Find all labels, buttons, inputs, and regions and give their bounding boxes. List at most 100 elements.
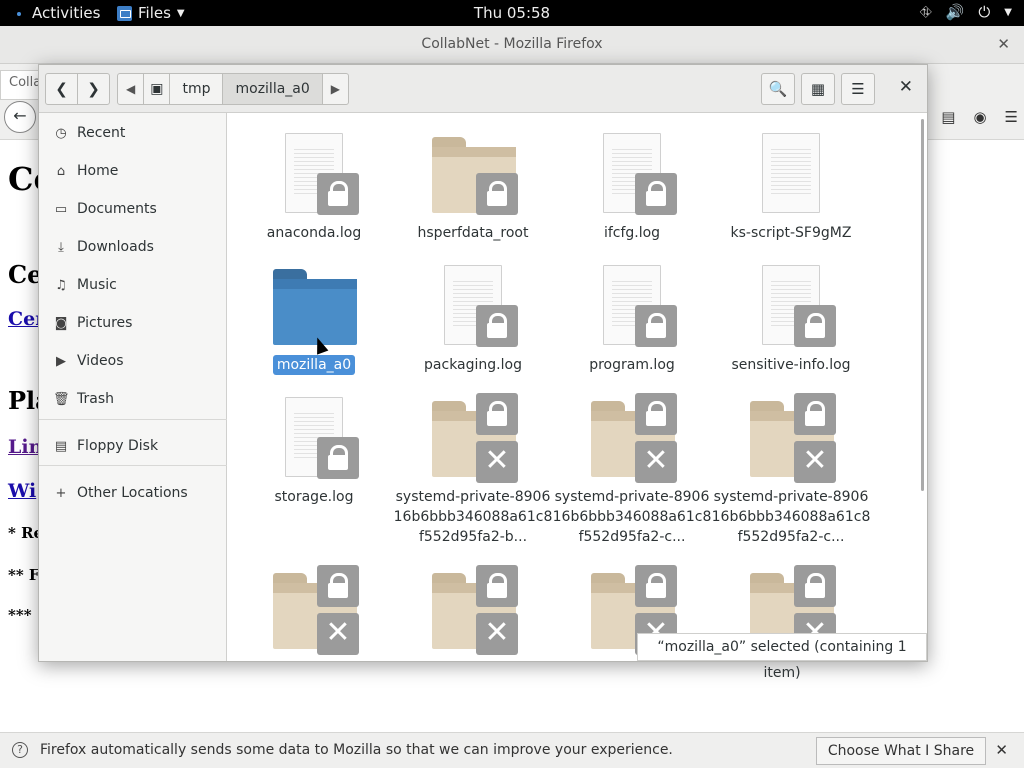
account-icon[interactable]: ◉ [973,108,986,126]
lock-icon [794,565,836,607]
scrollbar[interactable] [921,119,924,491]
lock-icon [317,173,359,215]
folder-icon: ✕ [428,393,518,483]
chevron-down-icon: ▼ [1004,6,1012,18]
view-options-button[interactable]: ▦ [801,73,835,105]
clock-icon: ◷ [55,125,67,141]
lock-icon [635,565,677,607]
folder-item[interactable]: ✕ systemd-private-890616b6bbb346088a61c8… [711,393,871,547]
close-icon[interactable]: ✕ [997,35,1010,53]
x-icon: ✕ [476,613,518,655]
folder-icon: ✕ [269,565,359,655]
file-name: program.log [589,357,675,373]
close-icon[interactable]: ✕ [899,77,913,97]
sidebar-item-pictures[interactable]: ◙ Pictures [39,307,227,339]
sidebar-item-label: Downloads [77,239,154,255]
file-icon [269,393,359,483]
file-icon [746,129,836,219]
network-icon: ⛗ [919,3,932,21]
folder-item[interactable]: ✕ [234,565,394,655]
sidebar-item-label: Pictures [77,315,133,331]
browser-tab[interactable]: Colla [0,70,40,100]
lock-icon [476,173,518,215]
sidebar-item-recent[interactable]: ◷ Recent [39,117,227,149]
choose-what-i-share-button[interactable]: Choose What I Share [816,737,986,765]
plus-icon: + [55,485,67,501]
top-bar: Activities Files ▼ Thu 05:58 ⛗ 🔊 ⏻ ▼ [0,0,1024,26]
file-name: storage.log [274,489,354,505]
folder-icon [428,129,518,219]
back-button[interactable]: ❮ [45,73,78,105]
file-name: anaconda.log [266,225,362,241]
lock-icon [635,305,677,347]
page-text: ** F [8,566,40,584]
folder-item[interactable]: ✕ systemd-private-890616b6bbb346088a61c8… [552,393,712,547]
forward-button[interactable]: ❯ [77,73,110,105]
lock-icon [635,393,677,435]
sidebar-item-videos[interactable]: ▶ Videos [39,345,227,377]
x-icon: ✕ [476,441,518,483]
file-chooser-dialog: ❮ ❯ ◀ ▣ tmp mozilla_a0 ▶ 🔍 ▦ ☰ ✕ ◷ Recent… [38,64,928,681]
file-icon [428,261,518,351]
notification-message: Firefox automatically sends some data to… [40,742,673,758]
menu-button[interactable]: ☰ [841,73,875,105]
file-name: systemd-private-890616b6bbb346088a61c8f5… [711,489,871,545]
sidebar-item-floppy-disk[interactable]: ▤ Floppy Disk [39,430,227,462]
disk-icon: ▤ [54,438,68,454]
power-icon: ⏻ [978,3,991,21]
places-sidebar: ◷ Recent ⌂ Home ▭ Documents ⤓ Downloads ♫ Mus… [39,113,227,661]
search-button[interactable]: 🔍 [761,73,795,105]
back-arrow-icon[interactable]: ← [4,101,36,133]
file-item[interactable]: storage.log [234,393,394,507]
document-icon: ▭ [54,201,68,217]
breadcrumb-scroll-right[interactable]: ▶ [323,74,348,104]
file-name: ks-script-SF9gMZ [730,225,852,241]
file-item[interactable]: packaging.log [393,261,553,375]
download-icon: ⤓ [58,239,64,255]
file-item[interactable]: sensitive-info.log [711,261,871,375]
sidebar-item-home[interactable]: ⌂ Home [39,155,227,187]
firefox-window-title: CollabNet - Mozilla Firefox [421,36,603,52]
sidebar-item-label: Floppy Disk [77,438,159,454]
video-icon: ▶ [56,353,66,369]
sidebar-item-music[interactable]: ♫ Music [39,269,227,301]
sidebar-divider [39,465,227,466]
lock-icon [794,393,836,435]
close-icon[interactable]: ✕ [995,741,1008,759]
sidebar-item-trash[interactable]: 🗑 Trash [39,383,227,415]
chevron-right-icon: ❯ [87,80,100,98]
sidebar-item-documents[interactable]: ▭ Documents [39,193,227,225]
folder-icon: ✕ [587,393,677,483]
folder-item[interactable]: ✕ [393,565,553,655]
file-item[interactable]: anaconda.log [234,129,394,243]
system-menu[interactable]: ⛗ 🔊 ⏻ ▼ [920,3,1012,21]
menu-icon[interactable]: ☰ [1005,108,1018,126]
folder-icon: ✕ [428,565,518,655]
help-icon: ? [12,742,28,758]
page-link[interactable]: Wi [8,480,36,502]
volume-icon: 🔊 [945,3,965,21]
breadcrumb-mozilla-a0[interactable]: mozilla_a0 [223,74,323,104]
file-name: hsperfdata_root [417,225,529,241]
breadcrumb-root[interactable]: ▣ [144,74,171,104]
breadcrumb: ◀ ▣ tmp mozilla_a0 ▶ [117,73,350,105]
reader-view-icon[interactable]: ▤ [941,108,955,126]
sidebar-item-downloads[interactable]: ⤓ Downloads [39,231,227,263]
sidebar-item-other-locations[interactable]: + Other Locations [39,477,227,509]
file-item[interactable]: ifcfg.log [552,129,712,243]
file-item[interactable]: ks-script-SF9gMZ [711,129,871,243]
lock-icon [476,305,518,347]
sidebar-item-label: Music [77,277,117,293]
file-item[interactable]: program.log [552,261,712,375]
folder-item[interactable]: ✕ systemd-private-890616b6bbb346088a61c8… [393,393,553,547]
file-name: packaging.log [424,357,522,373]
folder-item[interactable]: hsperfdata_root [393,129,553,243]
firefox-titlebar: CollabNet - Mozilla Firefox ✕ [0,26,1024,64]
folder-item-selected[interactable]: mozilla_a0 [234,261,394,375]
home-icon: ⌂ [56,163,66,179]
breadcrumb-scroll-left[interactable]: ◀ [118,74,145,104]
chevron-left-icon: ❮ [55,80,68,98]
file-name: mozilla_a0 [272,355,356,375]
clock[interactable]: Thu 05:58 [0,4,1024,22]
breadcrumb-tmp[interactable]: tmp [170,74,224,104]
